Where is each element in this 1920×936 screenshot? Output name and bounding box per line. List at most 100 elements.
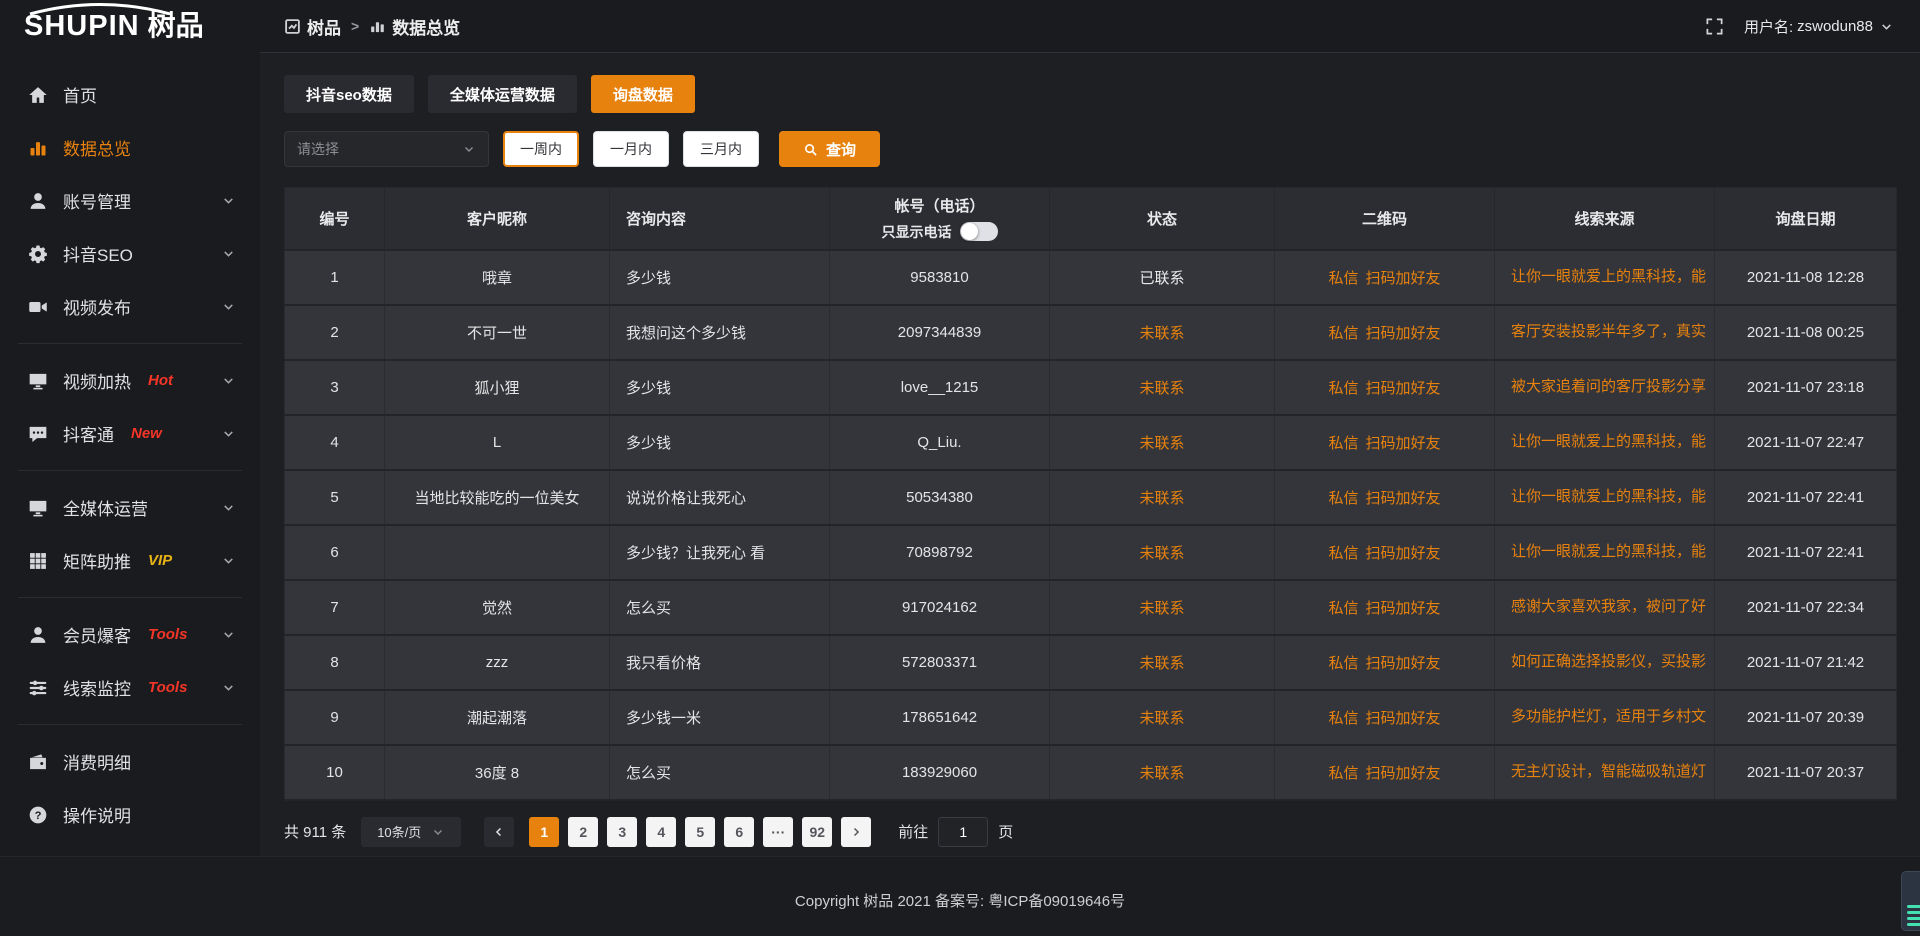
- cell-number: 5: [285, 470, 385, 525]
- scan-add-friend-link[interactable]: 扫码加好友: [1366, 267, 1441, 288]
- cell-nickname: L: [385, 415, 610, 470]
- sidebar-item[interactable]: 会员爆客Tools: [0, 608, 260, 661]
- cell-qr: 私信扫码加好友: [1275, 470, 1495, 525]
- cell-content: 我想问这个多少钱: [610, 305, 830, 360]
- phone-only-switch[interactable]: [960, 222, 998, 241]
- pagination-more[interactable]: ···: [763, 817, 793, 847]
- lead-source-link[interactable]: 多功能护栏灯，适用于乡村文...: [1511, 705, 1706, 726]
- logo-arc: [26, 3, 174, 15]
- scan-add-friend-link[interactable]: 扫码加好友: [1366, 432, 1441, 453]
- cell-date: 2021-11-07 20:39: [1715, 690, 1897, 745]
- page-button-92[interactable]: 92: [802, 817, 832, 847]
- scan-add-friend-link[interactable]: 扫码加好友: [1366, 652, 1441, 673]
- cell-number: 6: [285, 525, 385, 580]
- period-button-0[interactable]: 一周内: [503, 131, 579, 167]
- private-message-link[interactable]: 私信: [1328, 707, 1358, 728]
- column-header: 线索来源: [1495, 188, 1715, 250]
- lead-source-link[interactable]: 感谢大家喜欢我家，被问了好...: [1511, 595, 1706, 616]
- scan-add-friend-link[interactable]: 扫码加好友: [1366, 487, 1441, 508]
- private-message-link[interactable]: 私信: [1328, 652, 1358, 673]
- private-message-link[interactable]: 私信: [1328, 377, 1358, 398]
- qr-actions: 私信扫码加好友: [1328, 762, 1440, 783]
- private-message-link[interactable]: 私信: [1328, 542, 1358, 563]
- cell-content: 说说价格让我死心: [610, 470, 830, 525]
- private-message-link[interactable]: 私信: [1328, 432, 1358, 453]
- sidebar-item[interactable]: 矩阵助推VIP: [0, 534, 260, 587]
- sidebar-item-badge: New: [131, 425, 162, 442]
- scan-add-friend-link[interactable]: 扫码加好友: [1366, 322, 1441, 343]
- scan-add-friend-link[interactable]: 扫码加好友: [1366, 377, 1441, 398]
- cell-source: 让你一眼就爱上的黑科技，能...: [1495, 250, 1715, 305]
- sidebar-item[interactable]: 视频加热Hot: [0, 354, 260, 407]
- sidebar-item[interactable]: 视频发布: [0, 280, 260, 333]
- page-button-1[interactable]: 1: [529, 817, 559, 847]
- scan-add-friend-link[interactable]: 扫码加好友: [1366, 707, 1441, 728]
- page-button-4[interactable]: 4: [646, 817, 676, 847]
- period-button-2[interactable]: 三月内: [683, 131, 759, 167]
- scan-add-friend-link[interactable]: 扫码加好友: [1366, 597, 1441, 618]
- lead-source-link[interactable]: 无主灯设计，智能磁吸轨道灯...: [1511, 760, 1706, 781]
- cell-qr: 私信扫码加好友: [1275, 580, 1495, 635]
- sidebar-item[interactable]: 全媒体运营: [0, 481, 260, 534]
- search-button-label: 查询: [826, 139, 856, 160]
- next-page-button[interactable]: [841, 817, 871, 847]
- grid-icon: [28, 551, 48, 571]
- lead-source-link[interactable]: 让你一眼就爱上的黑科技，能...: [1511, 265, 1706, 286]
- scan-add-friend-link[interactable]: 扫码加好友: [1366, 542, 1441, 563]
- lead-source-link[interactable]: 被大家追着问的客厅投影分享...: [1511, 375, 1706, 396]
- status-badge: 未联系: [1139, 435, 1184, 452]
- page-button-2[interactable]: 2: [568, 817, 598, 847]
- page-size-value: 10条/页: [377, 822, 421, 841]
- chevron-left-icon: [492, 825, 506, 839]
- breadcrumb-item-root[interactable]: 树品: [284, 14, 341, 39]
- prev-page-button[interactable]: [484, 817, 514, 847]
- cell-date: 2021-11-07 22:41: [1715, 525, 1897, 580]
- lead-source-link[interactable]: 让你一眼就爱上的黑科技，能...: [1511, 540, 1706, 561]
- cell-number: 1: [285, 250, 385, 305]
- sidebar-item[interactable]: 线索监控Tools: [0, 661, 260, 714]
- monitor-icon: [28, 498, 48, 518]
- monitor-icon: [28, 371, 48, 391]
- page-button-3[interactable]: 3: [607, 817, 637, 847]
- private-message-link[interactable]: 私信: [1328, 322, 1358, 343]
- lead-source-link[interactable]: 客厅安装投影半年多了，真实...: [1511, 320, 1706, 341]
- tab-2[interactable]: 询盘数据: [591, 75, 695, 113]
- search-button[interactable]: 查询: [779, 131, 880, 167]
- private-message-link[interactable]: 私信: [1328, 762, 1358, 783]
- private-message-link[interactable]: 私信: [1328, 487, 1358, 508]
- footer: Copyright 树品 2021 备案号: 粤ICP备09019646号: [0, 856, 1920, 936]
- private-message-link[interactable]: 私信: [1328, 597, 1358, 618]
- sidebar-item[interactable]: 抖客通New: [0, 407, 260, 460]
- status-badge: 未联系: [1139, 655, 1184, 672]
- goto-page-input[interactable]: [938, 817, 988, 847]
- scan-add-friend-link[interactable]: 扫码加好友: [1366, 762, 1441, 783]
- tab-0[interactable]: 抖音seo数据: [284, 75, 414, 113]
- cell-date: 2021-11-07 20:37: [1715, 745, 1897, 800]
- period-button-1[interactable]: 一月内: [593, 131, 669, 167]
- sidebar-item[interactable]: 数据总览: [0, 121, 260, 174]
- floating-widget[interactable]: [1901, 871, 1920, 931]
- private-message-link[interactable]: 私信: [1328, 267, 1358, 288]
- sidebar-item[interactable]: 首页: [0, 68, 260, 121]
- filter-bar: 请选择 一周内一月内三月内 查询: [284, 131, 1897, 167]
- main-content: 抖音seo数据全媒体运营数据询盘数据 请选择 一周内一月内三月内 查询 编: [260, 52, 1920, 856]
- lead-source-link[interactable]: 让你一眼就爱上的黑科技，能...: [1511, 430, 1706, 451]
- lead-source-link[interactable]: 让你一眼就爱上的黑科技，能...: [1511, 485, 1706, 506]
- sidebar-item[interactable]: 抖音SEO: [0, 227, 260, 280]
- fullscreen-icon[interactable]: [1705, 17, 1724, 36]
- page-button-6[interactable]: 6: [724, 817, 754, 847]
- account-select[interactable]: 请选择: [284, 131, 489, 167]
- lead-source-link[interactable]: 如何正确选择投影仪，买投影...: [1511, 650, 1706, 671]
- sidebar-item[interactable]: ?操作说明: [0, 788, 260, 841]
- cell-qr: 私信扫码加好友: [1275, 525, 1495, 580]
- sidebar-item[interactable]: 账号管理: [0, 174, 260, 227]
- breadcrumb-current-label: 数据总览: [392, 14, 460, 39]
- search-icon: [803, 142, 818, 157]
- tab-1[interactable]: 全媒体运营数据: [428, 75, 577, 113]
- breadcrumb-item-current[interactable]: 数据总览: [369, 14, 460, 39]
- page-size-select[interactable]: 10条/页: [361, 817, 461, 847]
- user-menu[interactable]: 用户名: zswodun88: [1744, 16, 1894, 37]
- sidebar-item[interactable]: 消费明细: [0, 735, 260, 788]
- page-button-5[interactable]: 5: [685, 817, 715, 847]
- breadcrumb-root-label: 树品: [307, 14, 341, 39]
